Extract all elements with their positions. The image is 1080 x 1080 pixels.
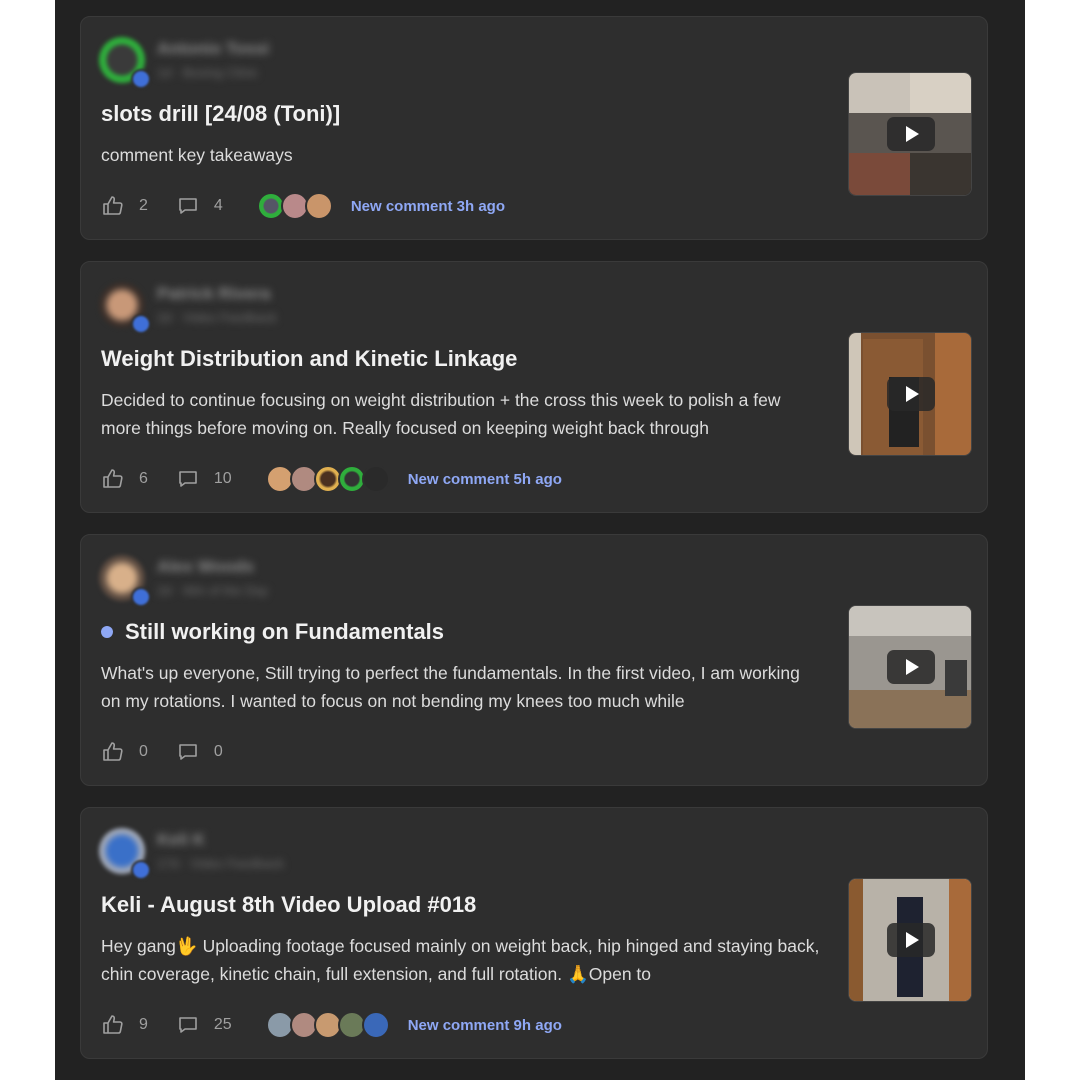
speech-bubble-icon[interactable]: [176, 467, 200, 491]
author-meta: 2d · Video Feedback: [157, 310, 277, 325]
post-excerpt: Decided to continue focusing on weight d…: [101, 390, 781, 438]
comment-count: 25: [213, 1016, 232, 1033]
level-badge: [131, 69, 151, 89]
commenter-avatars: [256, 192, 333, 220]
like-count: 6: [139, 470, 148, 487]
post-title-text[interactable]: Keli - August 8th Video Upload #018: [101, 892, 476, 918]
author-block[interactable]: Patrick Rivera 2d · Video Feedback: [99, 282, 359, 338]
post-excerpt: What's up everyone, Still trying to perf…: [101, 663, 800, 711]
unread-dot: [101, 626, 113, 638]
post-stats: 6 10 New comment 5h ago: [101, 464, 562, 494]
post-title[interactable]: Still working on Fundamentals: [101, 619, 444, 645]
thumbs-up-icon[interactable]: [101, 1013, 125, 1037]
post-title[interactable]: Weight Distribution and Kinetic Linkage: [101, 346, 517, 372]
author-name[interactable]: Keli K: [157, 830, 205, 850]
avatar[interactable]: [361, 1011, 390, 1039]
post-feed: Antonio Tossi 1d · Boxing Clinic slots d…: [55, 0, 1025, 1080]
post-title-text[interactable]: Still working on Fundamentals: [125, 619, 444, 645]
like-count: 9: [139, 1016, 148, 1033]
thumbs-up-icon[interactable]: [101, 740, 125, 764]
thumbs-up-icon[interactable]: [101, 194, 125, 218]
post-title[interactable]: Keli - August 8th Video Upload #018: [101, 892, 476, 918]
author-meta: 2d · Win of the Day: [157, 583, 269, 598]
play-icon[interactable]: [887, 377, 935, 411]
new-comment-link[interactable]: New comment 5h ago: [408, 471, 562, 488]
author-name[interactable]: Alex Woods: [157, 557, 254, 577]
play-icon[interactable]: [887, 923, 935, 957]
speech-bubble-icon[interactable]: [176, 740, 200, 764]
avatar[interactable]: [304, 192, 333, 220]
post-card[interactable]: Alex Woods 2d · Win of the Day Still wor…: [80, 534, 988, 786]
post-excerpt: comment key takeaways: [101, 145, 293, 165]
post-card[interactable]: Patrick Rivera 2d · Video Feedback Weigh…: [80, 261, 988, 513]
thumbs-up-icon[interactable]: [101, 467, 125, 491]
post-excerpt: Hey gang🖖 Uploading footage focused main…: [101, 936, 820, 984]
video-thumbnail[interactable]: [848, 332, 972, 456]
author-meta: 17d · Video Feedback: [157, 856, 284, 871]
video-thumbnail[interactable]: [848, 878, 972, 1002]
avatar[interactable]: [361, 465, 390, 493]
comment-count: 0: [213, 743, 223, 760]
post-card[interactable]: Antonio Tossi 1d · Boxing Clinic slots d…: [80, 16, 988, 240]
video-thumbnail[interactable]: [848, 605, 972, 729]
author-name[interactable]: Antonio Tossi: [157, 39, 269, 59]
video-thumbnail[interactable]: [848, 72, 972, 196]
post-stats: 9 25 New comment 9h ago: [101, 1010, 562, 1040]
level-badge: [131, 587, 151, 607]
comment-count: 4: [213, 197, 223, 214]
post-card[interactable]: Keli K 17d · Video Feedback Keli - Augus…: [80, 807, 988, 1059]
author-block[interactable]: Keli K 17d · Video Feedback: [99, 828, 359, 884]
level-badge: [131, 314, 151, 334]
play-icon[interactable]: [887, 650, 935, 684]
author-meta: 1d · Boxing Clinic: [157, 65, 259, 80]
post-stats: 0 0: [101, 737, 251, 767]
new-comment-link[interactable]: New comment 3h ago: [351, 198, 505, 215]
commenter-avatars: [265, 465, 390, 493]
post-title-text[interactable]: Weight Distribution and Kinetic Linkage: [101, 346, 517, 372]
like-count: 0: [139, 743, 148, 760]
like-count: 2: [139, 197, 148, 214]
new-comment-link[interactable]: New comment 9h ago: [408, 1017, 562, 1034]
post-stats: 2 4 New comment 3h ago: [101, 191, 505, 221]
comment-count: 10: [213, 470, 232, 487]
commenter-avatars: [265, 1011, 390, 1039]
author-block[interactable]: Antonio Tossi 1d · Boxing Clinic: [99, 37, 359, 93]
post-title[interactable]: slots drill [24/08 (Toni)]: [101, 101, 340, 127]
speech-bubble-icon[interactable]: [176, 194, 200, 218]
level-badge: [131, 860, 151, 880]
speech-bubble-icon[interactable]: [176, 1013, 200, 1037]
post-title-text[interactable]: slots drill [24/08 (Toni)]: [101, 101, 340, 127]
author-name[interactable]: Patrick Rivera: [157, 284, 270, 304]
author-block[interactable]: Alex Woods 2d · Win of the Day: [99, 555, 359, 611]
play-icon[interactable]: [887, 117, 935, 151]
